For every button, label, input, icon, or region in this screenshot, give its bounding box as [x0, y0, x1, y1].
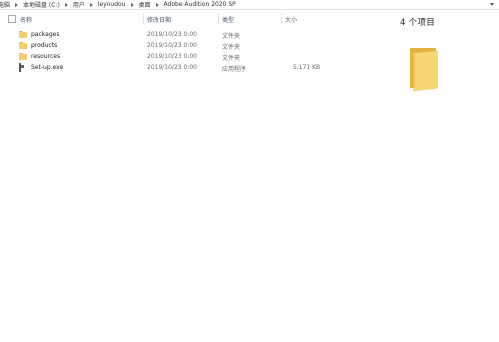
breadcrumb-item-pc[interactable]: 电脑 — [0, 0, 11, 9]
breadcrumb-item-users[interactable]: 用户 — [72, 0, 86, 9]
chevron-right-icon[interactable] — [64, 2, 68, 7]
file-name: packages — [31, 31, 60, 38]
exe-icon — [19, 63, 27, 72]
details-pane: 4 个项目 — [336, 10, 499, 342]
file-modified: 2019/10/23 0:00 — [147, 31, 197, 38]
chevron-right-icon[interactable] — [130, 2, 134, 7]
list-item[interactable]: Set-up.exe 2019/10/23 0:00 应用程序 5,171 KB — [0, 62, 330, 73]
file-size: 5,171 KB — [293, 64, 321, 71]
breadcrumb: 电脑 本地磁盘 (C:) 用户 leyoudou 桌面 Adobe Auditi… — [0, 0, 237, 9]
file-type: 文件夹 — [222, 55, 241, 62]
column-header-name[interactable]: 名称 — [20, 15, 32, 24]
file-name: products — [31, 42, 58, 49]
breadcrumb-item-desktop[interactable]: 桌面 — [138, 0, 152, 9]
file-type: 应用程序 — [222, 66, 247, 73]
item-count: 4 个项目 — [399, 18, 436, 28]
list-item[interactable]: packages 2019/10/23 0:00 文件夹 — [0, 29, 330, 40]
breadcrumb-item-user[interactable]: leyoudou — [97, 1, 127, 8]
file-type: 文件夹 — [222, 33, 241, 40]
list-item[interactable]: products 2019/10/23 0:00 文件夹 — [0, 40, 330, 51]
folder-icon — [19, 53, 27, 60]
file-name: Set-up.exe — [31, 64, 64, 71]
file-list: packages 2019/10/23 0:00 文件夹 products 20… — [0, 29, 330, 73]
column-divider[interactable] — [143, 13, 144, 25]
column-header-size[interactable]: 大小 — [285, 15, 297, 24]
file-name: resources — [31, 53, 61, 60]
file-type: 文件夹 — [222, 44, 241, 51]
file-modified: 2019/10/23 0:00 — [147, 42, 197, 49]
chevron-right-icon[interactable] — [155, 2, 159, 7]
file-modified: 2019/10/23 0:00 — [147, 53, 197, 60]
folder-icon — [19, 42, 27, 49]
chevron-right-icon[interactable] — [15, 2, 19, 7]
column-header: 名称 修改日期 类型 大小 — [0, 13, 330, 25]
chevron-right-icon[interactable] — [89, 2, 93, 7]
folder-icon — [19, 31, 27, 38]
list-item[interactable]: resources 2019/10/23 0:00 文件夹 — [0, 51, 330, 62]
breadcrumb-item-drive[interactable]: 本地磁盘 (C:) — [22, 0, 61, 9]
file-modified: 2019/10/23 0:00 — [147, 64, 197, 71]
address-bar[interactable]: 电脑 本地磁盘 (C:) 用户 leyoudou 桌面 Adobe Auditi… — [0, 0, 499, 10]
file-explorer-window: 电脑 本地磁盘 (C:) 用户 leyoudou 桌面 Adobe Auditi… — [0, 0, 499, 342]
breadcrumb-item-current-folder[interactable]: Adobe Audition 2020 SP — [163, 1, 237, 8]
folder-icon — [410, 48, 438, 92]
select-all-checkbox[interactable] — [8, 15, 16, 23]
column-header-modified[interactable]: 修改日期 — [147, 15, 171, 24]
column-header-type[interactable]: 类型 — [222, 15, 234, 24]
chevron-down-icon — [490, 3, 494, 6]
address-history-button[interactable] — [485, 0, 499, 9]
column-divider[interactable] — [218, 13, 219, 25]
column-divider[interactable] — [281, 13, 282, 25]
